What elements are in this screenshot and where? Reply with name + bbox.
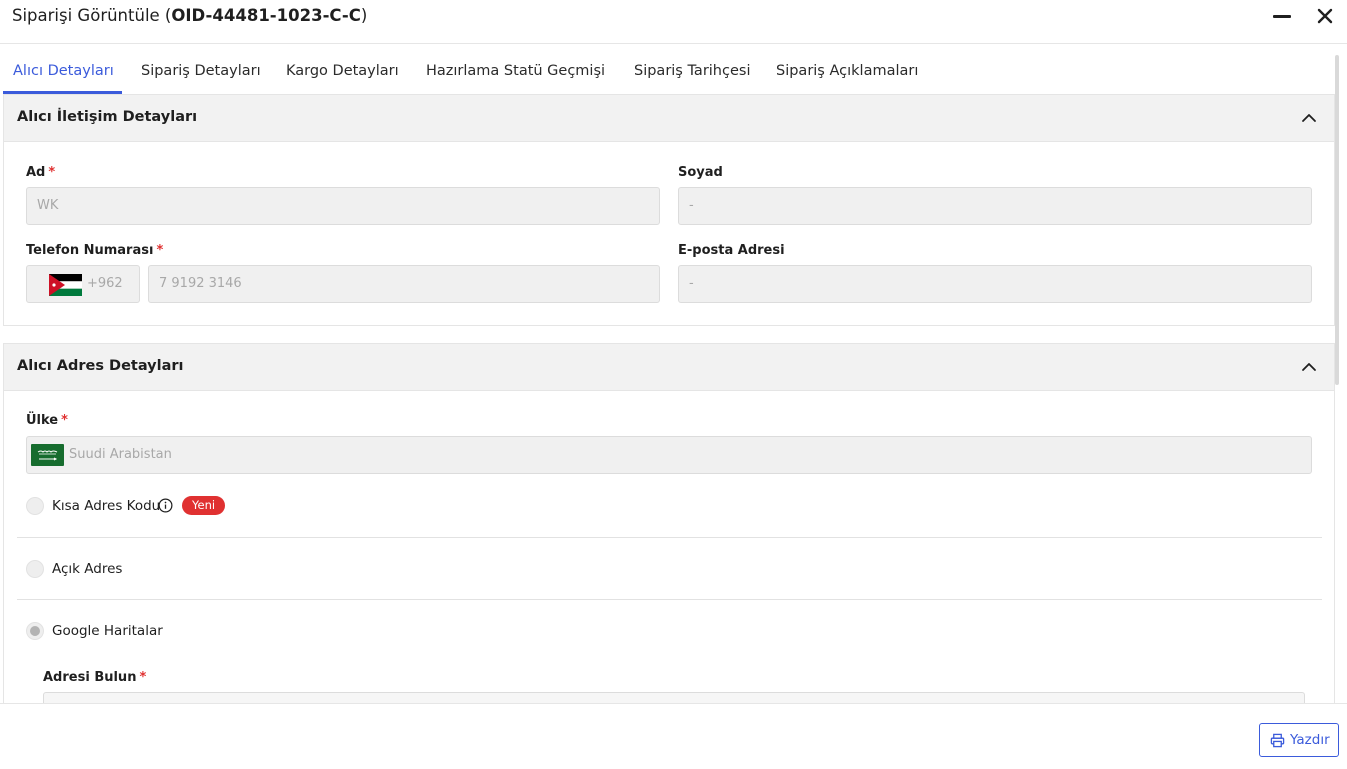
country-value: Suudi Arabistan [69, 447, 172, 462]
print-label: Yazdır [1290, 732, 1330, 748]
address-section-title: Alıcı Adres Detayları [17, 358, 184, 374]
find-address-input[interactable] [43, 692, 1305, 703]
contact-section-header[interactable]: Alıcı İletişim Detayları [4, 95, 1334, 142]
modal-footer: Yazdır [0, 703, 1347, 769]
country-code-select[interactable]: +962 [26, 265, 140, 303]
country-code: +962 [87, 276, 123, 291]
modal-header: Siparişi Görüntüle (OID-44481-1023-C-C) [0, 0, 1347, 44]
modal-title: Siparişi Görüntüle (OID-44481-1023-C-C) [12, 6, 368, 25]
printer-icon [1270, 733, 1285, 748]
saudi-arabia-flag-icon [31, 444, 64, 466]
phone-label: Telefon Numarası * [26, 243, 164, 258]
chevron-up-icon[interactable] [1300, 358, 1318, 376]
open-address-radio[interactable] [26, 560, 44, 578]
tab-order-history[interactable]: Sipariş Tarihçesi [634, 63, 750, 79]
contact-details-section: Alıcı İletişim Detayları Ad * WK Soyad - … [3, 94, 1335, 326]
tab-shipping-details[interactable]: Kargo Detayları [286, 63, 399, 79]
close-icon[interactable] [1313, 4, 1337, 28]
tab-bar: Alıcı Detayları Sipariş Detayları Kargo … [0, 52, 1347, 94]
last-name-label: Soyad [678, 165, 723, 180]
tab-order-details[interactable]: Sipariş Detayları [141, 63, 261, 79]
short-address-code-label: Kısa Adres Kodu [52, 498, 161, 514]
find-address-label: Adresi Bulun * [43, 670, 147, 685]
short-address-code-radio[interactable] [26, 497, 44, 515]
jordan-flag-icon [49, 274, 82, 296]
contact-section-title: Alıcı İletişim Detayları [17, 109, 198, 125]
email-field[interactable]: - [678, 265, 1312, 303]
info-icon[interactable] [158, 498, 173, 513]
last-name-field[interactable]: - [678, 187, 1312, 225]
email-label: E-posta Adresi [678, 243, 785, 258]
address-details-section: Alıcı Adres Detayları Ülke * Suudi Arabis… [3, 343, 1335, 703]
google-maps-label: Google Haritalar [52, 623, 163, 639]
order-id: OID-44481-1023-C-C [171, 6, 361, 25]
tab-preparation-status-history[interactable]: Hazırlama Statü Geçmişi [426, 63, 605, 79]
first-name-label: Ad * [26, 165, 56, 180]
first-name-field[interactable]: WK [26, 187, 660, 225]
country-select[interactable]: Suudi Arabistan [26, 436, 1312, 474]
minimize-icon[interactable] [1270, 4, 1294, 28]
open-address-label: Açık Adres [52, 561, 123, 577]
tab-recipient-details[interactable]: Alıcı Detayları [13, 63, 114, 79]
divider [17, 599, 1322, 600]
divider [17, 537, 1322, 538]
scrollbar[interactable] [1335, 55, 1339, 385]
new-badge: Yeni [182, 496, 226, 515]
address-section-header[interactable]: Alıcı Adres Detayları [4, 344, 1334, 391]
chevron-up-icon[interactable] [1300, 109, 1318, 127]
country-label: Ülke * [26, 413, 68, 428]
google-maps-radio[interactable] [26, 622, 44, 640]
print-button[interactable]: Yazdır [1259, 723, 1339, 757]
phone-number-field[interactable]: 7 9192 3146 [148, 265, 660, 303]
tab-order-notes[interactable]: Sipariş Açıklamaları [776, 63, 918, 79]
